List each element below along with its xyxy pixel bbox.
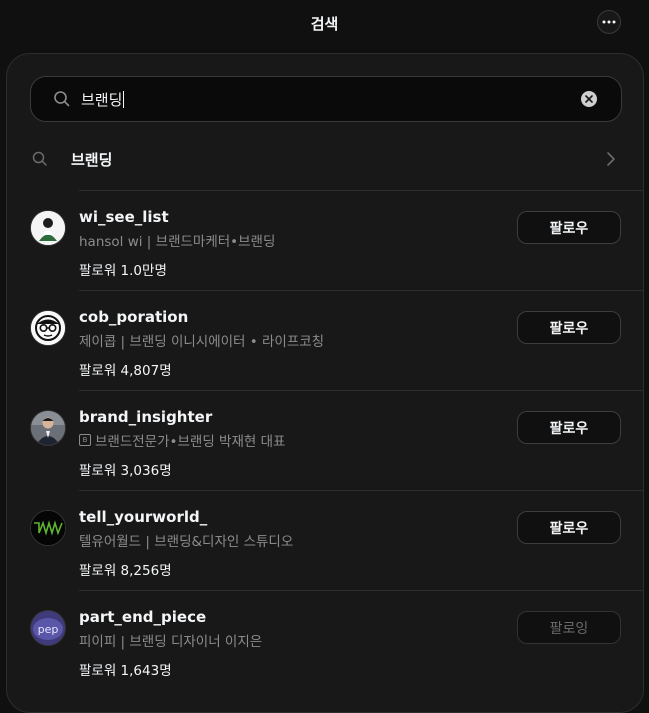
divider (79, 390, 643, 391)
result-row[interactable]: wi_see_list hansol wi | 브랜드마케터•브랜딩 팔로워 1… (7, 190, 643, 290)
suggestion-label: 브랜딩 (71, 151, 113, 169)
search-icon (32, 151, 47, 166)
follow-button[interactable]: 팔로우 (517, 411, 621, 444)
profile-avatar-image: pep (31, 611, 65, 645)
clear-search-button[interactable] (581, 91, 597, 107)
divider (79, 190, 643, 191)
result-bio: 피이피 | 브랜딩 디자이너 이지은 (79, 634, 263, 650)
following-button[interactable]: 팔로잉 (517, 611, 621, 644)
ellipsis-icon (602, 20, 616, 24)
profile-avatar-image (31, 311, 65, 345)
search-input-value[interactable]: 브랜딩 (81, 89, 125, 110)
profile-avatar-image (31, 211, 65, 245)
result-username[interactable]: part_end_piece (79, 608, 206, 626)
result-followers: 팔로워 8,256명 (79, 563, 172, 579)
avatar[interactable] (30, 310, 66, 346)
chevron-right-icon (607, 152, 615, 166)
result-username[interactable]: cob_poration (79, 308, 188, 326)
result-followers: 팔로워 1,643명 (79, 663, 172, 679)
page-title: 검색 (310, 15, 339, 33)
avatar[interactable]: pep (30, 610, 66, 646)
result-followers: 팔로워 1.0만명 (79, 263, 167, 279)
result-followers: 팔로워 4,807명 (79, 363, 172, 379)
divider (79, 290, 643, 291)
follow-button[interactable]: 팔로우 (517, 511, 621, 544)
more-options-button[interactable] (597, 10, 621, 34)
text-caret (123, 91, 125, 108)
result-username[interactable]: brand_insighter (79, 408, 212, 426)
follow-button[interactable]: 팔로우 (517, 211, 621, 244)
result-bio: 텔유어월드 | 브랜딩&디자인 스튜디오 (79, 534, 294, 550)
result-row[interactable]: pep part_end_piece 피이피 | 브랜딩 디자이너 이지은 팔로… (7, 590, 643, 690)
search-panel: 브랜딩 브랜딩 wi_see_list hansol wi | 브랜드마케터•브… (6, 53, 644, 713)
badge-icon: B (79, 434, 91, 446)
result-row[interactable]: tell_yourworld_ 텔유어월드 | 브랜딩&디자인 스튜디오 팔로워… (7, 490, 643, 590)
avatar[interactable] (30, 510, 66, 546)
search-suggestion-row[interactable]: 브랜딩 (7, 134, 643, 182)
result-username[interactable]: tell_yourworld_ (79, 508, 207, 526)
result-bio: hansol wi | 브랜드마케터•브랜딩 (79, 234, 276, 250)
result-row[interactable]: brand_insighter B 브랜드전문가•브랜딩 박재현 대표 팔로워 3… (7, 390, 643, 490)
result-username[interactable]: wi_see_list (79, 208, 169, 226)
search-input[interactable]: 브랜딩 (30, 76, 622, 122)
profile-avatar-image (31, 411, 65, 445)
result-bio: B 브랜드전문가•브랜딩 박재현 대표 (79, 430, 285, 450)
divider (79, 490, 643, 491)
search-results-list: wi_see_list hansol wi | 브랜드마케터•브랜딩 팔로워 1… (7, 190, 643, 690)
follow-button[interactable]: 팔로우 (517, 311, 621, 344)
avatar[interactable] (30, 210, 66, 246)
search-icon (54, 91, 70, 107)
divider (79, 590, 643, 591)
result-followers: 팔로워 3,036명 (79, 463, 172, 479)
clear-icon (585, 95, 593, 103)
result-bio: 제이콥 | 브랜딩 이니시에이터 • 라이프코칭 (79, 334, 325, 350)
top-bar: 검색 (0, 0, 649, 48)
svg-text:pep: pep (38, 623, 59, 636)
result-row[interactable]: cob_poration 제이콥 | 브랜딩 이니시에이터 • 라이프코칭 팔로… (7, 290, 643, 390)
profile-avatar-image (31, 511, 65, 545)
avatar[interactable] (30, 410, 66, 446)
